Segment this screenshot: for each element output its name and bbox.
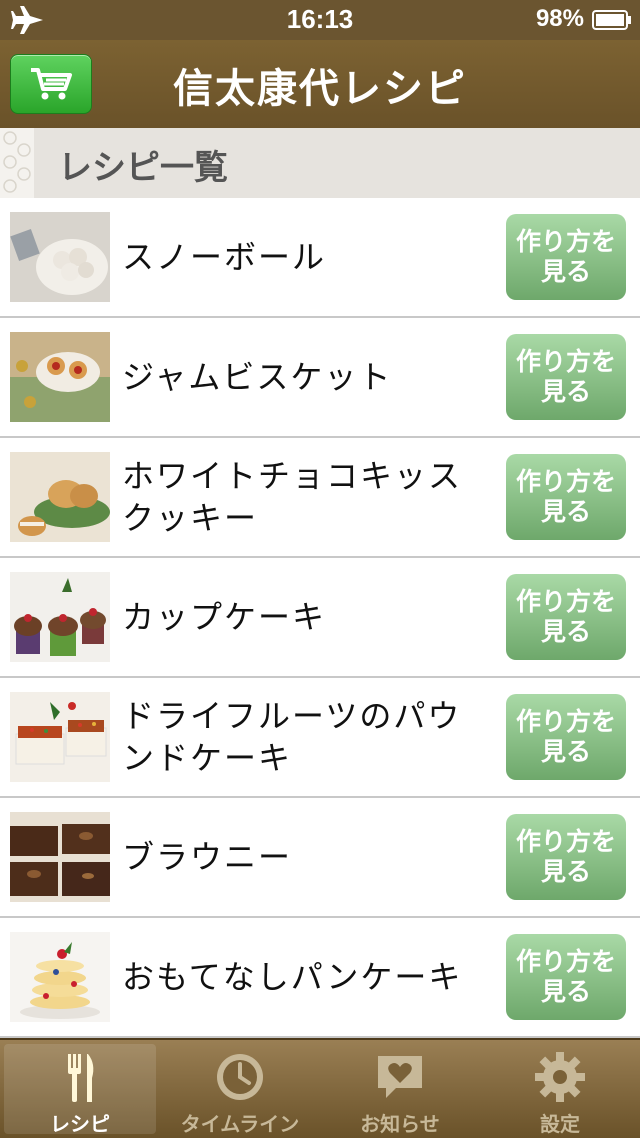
cart-button[interactable] — [10, 54, 92, 114]
nav-bar: 信太康代レシピ — [0, 40, 640, 128]
nav-title: 信太康代レシピ — [173, 66, 467, 112]
pound-cake-thumbnail — [10, 692, 110, 782]
battery-percent: 98% — [535, 5, 584, 32]
tab-label: お知らせ — [360, 1112, 440, 1136]
tab-timeline[interactable]: タイムライン — [164, 1044, 316, 1136]
recipe-title: スノーボール — [122, 238, 327, 276]
tab-recipe[interactable]: レシピ — [4, 1044, 156, 1136]
shopping-cart-icon — [31, 68, 72, 100]
tab-settings[interactable]: 設定 — [484, 1044, 636, 1136]
recipe-title: ホワイトチョコキッスクッキー — [122, 457, 463, 537]
recipe-row[interactable]: カップケーキ 作り方を見る — [0, 558, 640, 678]
recipe-title: ブラウニー — [122, 838, 293, 876]
view-recipe-button[interactable]: 作り方を見る — [506, 334, 626, 420]
recipe-title: カップケーキ — [122, 598, 327, 636]
status-bar: 16:13 98% — [0, 0, 640, 40]
tab-notice[interactable]: お知らせ — [324, 1044, 476, 1136]
recipe-row[interactable]: スノーボール 作り方を見る — [0, 198, 640, 318]
recipe-title: おもてなしパンケーキ — [122, 958, 463, 996]
lace-decoration-icon — [0, 128, 34, 198]
battery-icon — [592, 10, 631, 30]
tab-bar: レシピ タイムライン お知らせ 設定 — [0, 1038, 640, 1138]
view-recipe-button[interactable]: 作り方を見る — [506, 814, 626, 900]
cupcake-thumbnail — [10, 572, 110, 662]
tab-label: 設定 — [540, 1112, 580, 1136]
recipe-title: ジャムビスケット — [122, 358, 393, 396]
white-choco-cookie-thumbnail — [10, 452, 110, 542]
view-recipe-button[interactable]: 作り方を見る — [506, 934, 626, 1020]
recipe-row[interactable]: ホワイトチョコキッスクッキー 作り方を見る — [0, 438, 640, 558]
recipe-list: スノーボール 作り方を見る ジャムビスケット 作り方を見る ホワイトチョコキッス… — [0, 198, 640, 1038]
brownie-thumbnail — [10, 812, 110, 902]
recipe-row[interactable]: おもてなしパンケーキ 作り方を見る — [0, 918, 640, 1038]
snowball-thumbnail — [10, 212, 110, 302]
gear-icon — [535, 1052, 585, 1102]
tab-label: タイムライン — [180, 1112, 300, 1136]
view-recipe-button[interactable]: 作り方を見る — [506, 214, 626, 300]
recipe-row[interactable]: ドライフルーツのパウンドケーキ 作り方を見る — [0, 678, 640, 798]
view-recipe-button[interactable]: 作り方を見る — [506, 574, 626, 660]
section-header: レシピ一覧 — [0, 128, 640, 198]
recipe-title: ドライフルーツのパウンドケーキ — [122, 697, 462, 777]
fork-knife-icon — [68, 1054, 94, 1102]
heart-message-icon — [378, 1056, 422, 1098]
tab-label: レシピ — [50, 1112, 110, 1136]
view-recipe-button[interactable]: 作り方を見る — [506, 454, 626, 540]
section-title: レシピ一覧 — [58, 148, 228, 188]
jam-biscuit-thumbnail — [10, 332, 110, 422]
recipe-row[interactable]: ジャムビスケット 作り方を見る — [0, 318, 640, 438]
view-recipe-button[interactable]: 作り方を見る — [506, 694, 626, 780]
recipe-row[interactable]: ブラウニー 作り方を見る — [0, 798, 640, 918]
pancake-thumbnail — [10, 932, 110, 1022]
clock-icon — [217, 1054, 263, 1100]
